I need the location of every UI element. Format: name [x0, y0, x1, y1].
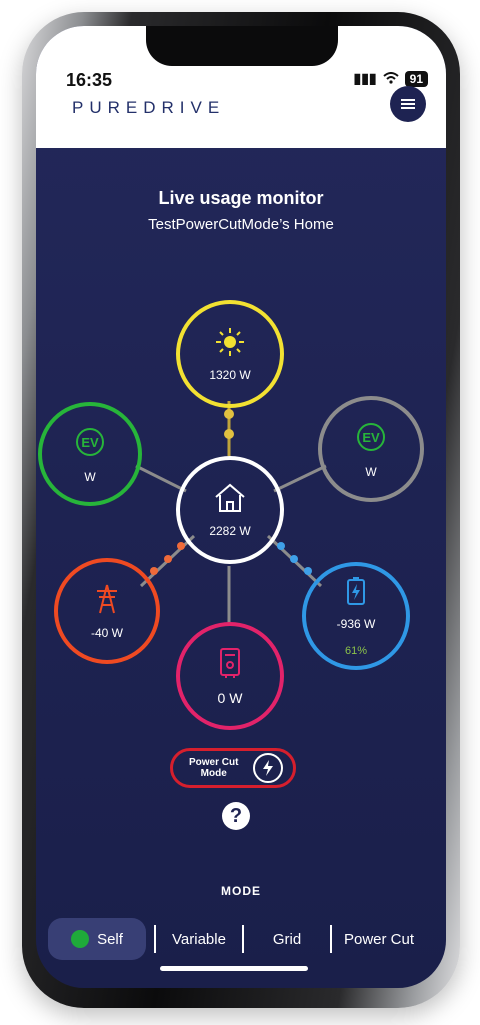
home-indicator	[160, 966, 308, 971]
svg-text:EV: EV	[362, 430, 380, 445]
battery-percent: 61%	[344, 644, 368, 657]
battery-value: -936 W	[336, 616, 376, 631]
grid-node[interactable]: -40 W	[54, 558, 160, 664]
ev-charger-icon: EV	[354, 420, 388, 457]
ev-left-value: W	[84, 469, 96, 484]
home-node[interactable]: 2282 W	[176, 456, 284, 564]
battery-icon	[346, 576, 366, 609]
power-cut-label: Power Cut Mode	[189, 757, 239, 779]
grid-value: -40 W	[90, 625, 123, 640]
battery-node[interactable]: -936 W 61%	[302, 562, 410, 670]
sun-icon	[215, 327, 245, 360]
app-screen: 16:35 ▮▮▮ 91 PUREDRIVE Live usage monito…	[36, 26, 446, 988]
mode-label: MODE	[221, 884, 261, 898]
ev-charger-icon: EV	[73, 425, 107, 462]
mode-tab-grid[interactable]: Grid	[244, 918, 330, 960]
hot-water-node[interactable]: 0 W	[176, 622, 284, 730]
mode-tab-self[interactable]: Self	[48, 918, 146, 960]
water-heater-icon	[218, 647, 242, 682]
active-indicator-icon	[71, 930, 90, 948]
ev-charger-right-node[interactable]: EV W	[318, 396, 424, 502]
power-cut-mode-button[interactable]: Power Cut Mode	[170, 748, 296, 788]
pylon-icon	[94, 583, 120, 618]
lightning-icon	[253, 753, 283, 783]
hot-water-value: 0 W	[217, 689, 243, 706]
house-icon	[213, 483, 247, 516]
mode-tab-variable[interactable]: Variable	[156, 918, 242, 960]
mode-tab-power-cut[interactable]: Power Cut	[332, 918, 426, 960]
ev-charger-left-node[interactable]: EV W	[38, 402, 142, 506]
ev-right-value: W	[365, 464, 377, 479]
solar-value: 1320 W	[209, 367, 251, 382]
solar-node[interactable]: 1320 W	[176, 300, 284, 408]
help-button[interactable]: ?	[222, 802, 250, 830]
home-value: 2282 W	[209, 523, 251, 538]
mode-tabs: Self Variable Grid Power Cut	[48, 918, 438, 960]
svg-text:EV: EV	[81, 435, 99, 450]
